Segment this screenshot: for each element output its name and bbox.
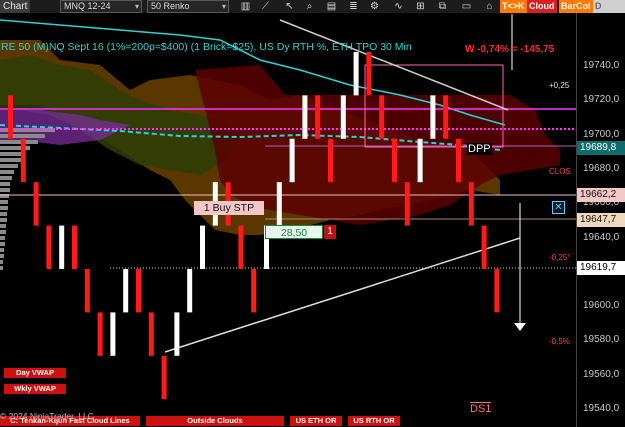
price-tag-vwap: 19689,8 <box>577 141 625 155</box>
price-tick-label: 19740,0 <box>583 60 620 71</box>
renko-brick-down <box>379 95 385 139</box>
projection-arrow-head <box>514 323 526 331</box>
renko-brick-up <box>417 138 423 183</box>
grid-icon[interactable]: ⊞ <box>414 0 427 13</box>
price-tag-last: 19619,7 <box>577 261 625 275</box>
renko-brick-down <box>148 312 154 356</box>
bar-type-label: 50 Renko <box>151 1 190 11</box>
renko-brick-up <box>276 182 282 226</box>
price-tag-buy-stop: 19662,2 <box>577 188 625 202</box>
weekly-change-stat: W -0,74% = -145,75 <box>465 44 555 55</box>
renko-brick-down <box>161 355 167 400</box>
renko-brick-down <box>392 138 397 183</box>
price-tick-label: 19580,0 <box>583 334 620 346</box>
renko-brick-down <box>481 225 487 269</box>
renko-brick-up <box>59 225 65 269</box>
price-tag-target: 19647,7 <box>577 213 625 227</box>
order-count-badge[interactable]: 1 <box>324 225 336 239</box>
bar-type-selector[interactable]: 50 Renko ▾ <box>147 0 229 13</box>
price-axis[interactable]: 19740,0 19720,0 19700,0 19680,0 19660,0 19640… <box>576 13 625 427</box>
chart-trader-icon[interactable]: ▭ <box>460 0 473 13</box>
renko-brick-down <box>443 95 449 139</box>
pct-level-close: CLOS <box>549 167 571 176</box>
renko-brick-down <box>46 225 52 269</box>
price-tick-label: 19560,0 <box>583 368 620 380</box>
chart-panel[interactable]: RE 50 (M)NQ Sept 16 (1%=200p=$400) (1 Br… <box>0 13 576 427</box>
pct-level-minus05: -0,5% <box>549 337 570 346</box>
price-tick-label: 19720,0 <box>583 94 620 106</box>
ds1-label: DS1 <box>470 402 492 415</box>
bar-style-icon[interactable]: ▥ <box>239 0 252 13</box>
buy-stop-order-label[interactable]: 1 Buy STP <box>194 201 264 215</box>
data-box-icon[interactable]: ▤ <box>325 0 338 13</box>
renko-brick-up <box>289 138 295 183</box>
copyright-text: © 2024 NinjaTrader, LLC <box>0 411 94 421</box>
renko-brick-down <box>494 268 500 313</box>
lock-icon[interactable]: ⌂ <box>483 0 496 13</box>
close-order-icon[interactable]: ✕ <box>552 201 565 214</box>
renko-brick-down <box>456 138 461 183</box>
pct-level-minus025: -0,25° <box>549 253 571 262</box>
legend-outside-clouds[interactable]: Outside Clouds <box>146 416 284 426</box>
instrument-selector[interactable]: MNQ 12-24 ▾ <box>60 0 142 13</box>
cloud-toggle[interactable]: Cloud <box>527 0 557 13</box>
price-tick-label: 19700,0 <box>583 128 620 140</box>
chart-canvas[interactable] <box>0 13 576 427</box>
chevron-down-icon: ▾ <box>221 2 226 11</box>
renko-brick-down <box>33 182 39 226</box>
legend-day-vwap[interactable]: Day VWAP <box>4 368 66 378</box>
chart-tab[interactable]: Chart <box>0 0 31 13</box>
renko-brick-up <box>353 51 359 96</box>
renko-brick-down <box>97 312 103 356</box>
renko-brick-up <box>123 268 129 313</box>
renko-brick-up <box>302 95 308 139</box>
price-tick-label: 19540,0 <box>583 403 620 414</box>
price-tick-label: 19640,0 <box>583 231 620 243</box>
draw-line-icon[interactable]: ⟋ <box>259 0 272 13</box>
renko-brick-down <box>8 95 13 139</box>
renko-brick-up <box>340 95 346 139</box>
chart-toolbar: Chart MNQ 12-24 ▾ 50 Renko ▾ ▥ ⟋ ↖ ⌕ ▤ ≣… <box>0 0 625 24</box>
legend-us-rth-or[interactable]: US RTH OR <box>348 416 400 426</box>
properties-icon[interactable]: ≣ <box>347 0 360 13</box>
order-quantity-box[interactable]: 28,50 <box>265 225 323 239</box>
zoom-icon[interactable]: ⌕ <box>303 0 316 13</box>
pct-level-plus025: +0,25 <box>549 81 570 90</box>
renko-brick-down <box>366 51 372 96</box>
renko-brick-down <box>315 95 321 139</box>
renko-brick-down <box>20 138 26 183</box>
tick-price-toggle[interactable]: T<>K <box>500 0 527 13</box>
renko-brick-up <box>110 312 116 356</box>
chart-title: RE 50 (M)NQ Sept 16 (1%=200p=$400) (1 Br… <box>1 41 412 53</box>
renko-brick-up <box>430 95 436 139</box>
d-vwap-toggle[interactable]: D VWAP <box>593 0 625 24</box>
price-tick-label: 19680,0 <box>583 162 620 174</box>
chevron-down-icon: ▾ <box>134 2 139 11</box>
renko-brick-up <box>174 312 180 356</box>
renko-brick-down <box>238 225 244 269</box>
pointer-icon[interactable]: ↖ <box>283 0 296 13</box>
price-tick-label: 19600,0 <box>583 300 620 312</box>
legend-us-eth-or[interactable]: US ETH OR <box>290 416 342 426</box>
renko-brick-up <box>187 268 193 313</box>
trend-line-lower <box>164 237 521 353</box>
renko-brick-down <box>328 138 333 183</box>
renko-brick-down <box>72 225 77 269</box>
indicators-icon[interactable]: ∿ <box>392 0 405 13</box>
renko-brick-up <box>200 225 205 269</box>
legend-wkly-vwap[interactable]: Wkly VWAP <box>4 384 66 394</box>
renko-brick-down <box>404 182 410 226</box>
renko-brick-down <box>468 182 474 226</box>
renko-brick-down <box>84 268 90 313</box>
renko-brick-down <box>136 268 141 313</box>
dpp-label: DPP <box>467 143 492 155</box>
bar-color-toggle[interactable]: BarCol <box>559 0 593 13</box>
instrument-label: MNQ 12-24 <box>64 1 111 11</box>
renko-brick-down <box>251 268 257 313</box>
strategies-icon[interactable]: ⚙ <box>368 0 381 13</box>
multi-window-icon[interactable]: ⧉ <box>436 0 449 13</box>
